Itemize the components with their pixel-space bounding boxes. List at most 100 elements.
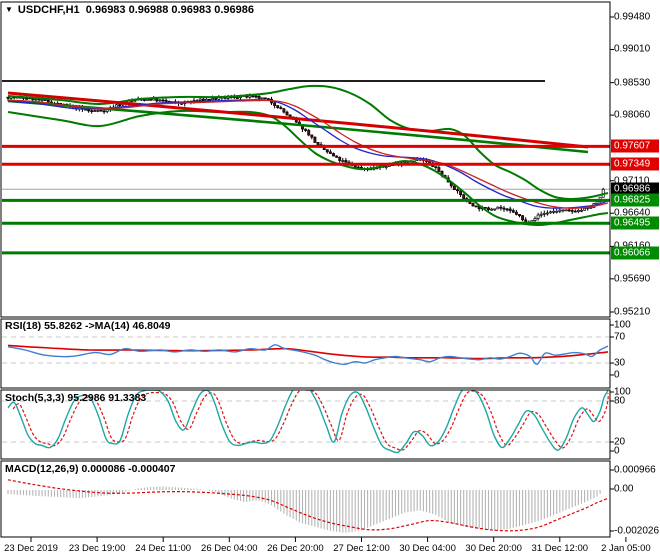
macd-axis-label: 0.000966 <box>614 464 656 476</box>
candle-body <box>552 210 556 213</box>
candle-body <box>511 210 515 213</box>
candle-body <box>332 153 335 157</box>
candle-body <box>198 98 202 101</box>
candle-body <box>155 98 159 102</box>
time-axis-label: 30 Dec 20:00 <box>465 543 522 554</box>
candle-body <box>490 208 494 211</box>
candle-body <box>254 95 258 98</box>
candle-body <box>595 201 599 204</box>
candle-body <box>576 210 580 212</box>
candle-body <box>310 134 314 138</box>
candle-body <box>46 100 50 103</box>
candle-body <box>542 212 546 215</box>
candle-body <box>583 207 587 211</box>
candle-body <box>251 95 255 98</box>
candle-body <box>545 212 549 215</box>
bollinger-lower-band <box>7 109 609 227</box>
candle-body <box>325 149 329 153</box>
candle-body <box>328 151 332 154</box>
candle-body <box>208 98 211 101</box>
candle-body <box>201 98 205 101</box>
time-axis-label: 26 Dec 20:00 <box>267 543 324 554</box>
candle-body <box>514 211 518 215</box>
symbol-period-label: USDCHF,H1 <box>17 4 80 16</box>
candle-body <box>580 209 583 212</box>
rsi-indicator-label: RSI(18) 55.8262 ->MA(14) 46.8049 <box>5 320 171 332</box>
candle-body <box>459 190 463 196</box>
candle-body <box>549 211 552 214</box>
candle-body <box>536 214 540 219</box>
macd-indicator-label: MACD(12,26,9) 0.000086 -0.000407 <box>5 463 176 475</box>
candle-body <box>96 109 100 112</box>
candle-body <box>521 215 525 221</box>
price-axis-label: 0.98530 <box>614 77 651 89</box>
candle-body <box>235 97 239 99</box>
candle-body <box>483 206 487 209</box>
candle-body <box>285 111 289 116</box>
time-axis-label: 30 Dec 04:00 <box>399 543 456 554</box>
candle-body <box>99 109 103 112</box>
fast-ma-red <box>7 99 609 209</box>
time-axis-label: 27 Dec 12:00 <box>333 543 390 554</box>
rsi-ma-line <box>7 344 609 360</box>
candle-body <box>282 108 286 113</box>
macd-signal-line <box>7 479 609 532</box>
price-axis-label: 0.99010 <box>614 43 651 55</box>
candle-body <box>158 99 162 102</box>
candle-body <box>487 207 490 211</box>
price-level-badge: 0.97607 <box>611 139 659 153</box>
candle-body <box>493 208 497 211</box>
candle-body <box>6 96 10 99</box>
candle-body <box>437 167 441 172</box>
time-axis-label: 26 Dec 04:00 <box>201 543 258 554</box>
candle-body <box>555 210 559 213</box>
candle-body <box>335 155 339 158</box>
candle-body <box>344 160 348 163</box>
candle-body <box>149 99 153 101</box>
symbol-dropdown-icon[interactable]: ▼ <box>5 5 13 14</box>
candle-body <box>102 110 106 113</box>
candle-body <box>533 218 537 221</box>
price-chart-canvas[interactable] <box>0 0 660 560</box>
candle-body <box>508 208 512 211</box>
candle-body <box>248 95 252 98</box>
rsi-line <box>7 344 609 366</box>
candle-body <box>589 207 593 209</box>
candle-body <box>164 99 168 102</box>
chart-title: ▼ USDCHF,H1 0.96983 0.96988 0.96983 0.969… <box>5 4 254 16</box>
candle-body <box>564 209 568 212</box>
candle-body <box>25 98 29 100</box>
rsi-axis-label: 30 <box>614 357 626 369</box>
candle-body <box>462 194 466 199</box>
candle-body <box>412 159 416 162</box>
price-level-badge: 0.96825 <box>611 193 659 207</box>
candle-body <box>434 166 438 168</box>
candle-body <box>471 203 475 207</box>
candle-body <box>211 98 215 101</box>
candle-body <box>573 210 577 213</box>
price-level-badge: 0.96495 <box>611 216 659 230</box>
stoch-axis-label: 80 <box>614 395 626 407</box>
candle-body <box>505 208 509 211</box>
candle-body <box>93 110 97 112</box>
candle-body <box>279 107 283 109</box>
time-axis-label: 23 Dec 2019 <box>4 543 58 554</box>
candle-body <box>204 98 208 101</box>
candle-body <box>307 130 311 136</box>
candle-body <box>266 98 270 101</box>
time-axis-label: 31 Dec 12:00 <box>531 543 589 554</box>
candle-body <box>384 166 388 168</box>
candle-body <box>518 214 521 217</box>
bollinger-upper-band <box>7 84 609 201</box>
fast-ma-blue <box>7 99 609 209</box>
candle-body <box>146 99 149 101</box>
candle-body <box>214 98 218 100</box>
macd-axis-label: -0.002026 <box>614 525 660 537</box>
candle-body <box>87 109 91 112</box>
candle-body <box>263 97 267 100</box>
price-axis-label: 0.99480 <box>614 11 651 23</box>
price-level-badge: 0.97349 <box>611 157 659 171</box>
stoch-indicator-label: Stoch(5,3,3) 95.2986 91.3383 <box>5 392 147 404</box>
rsi-axis-label: 70 <box>614 331 626 343</box>
candle-body <box>570 210 574 212</box>
